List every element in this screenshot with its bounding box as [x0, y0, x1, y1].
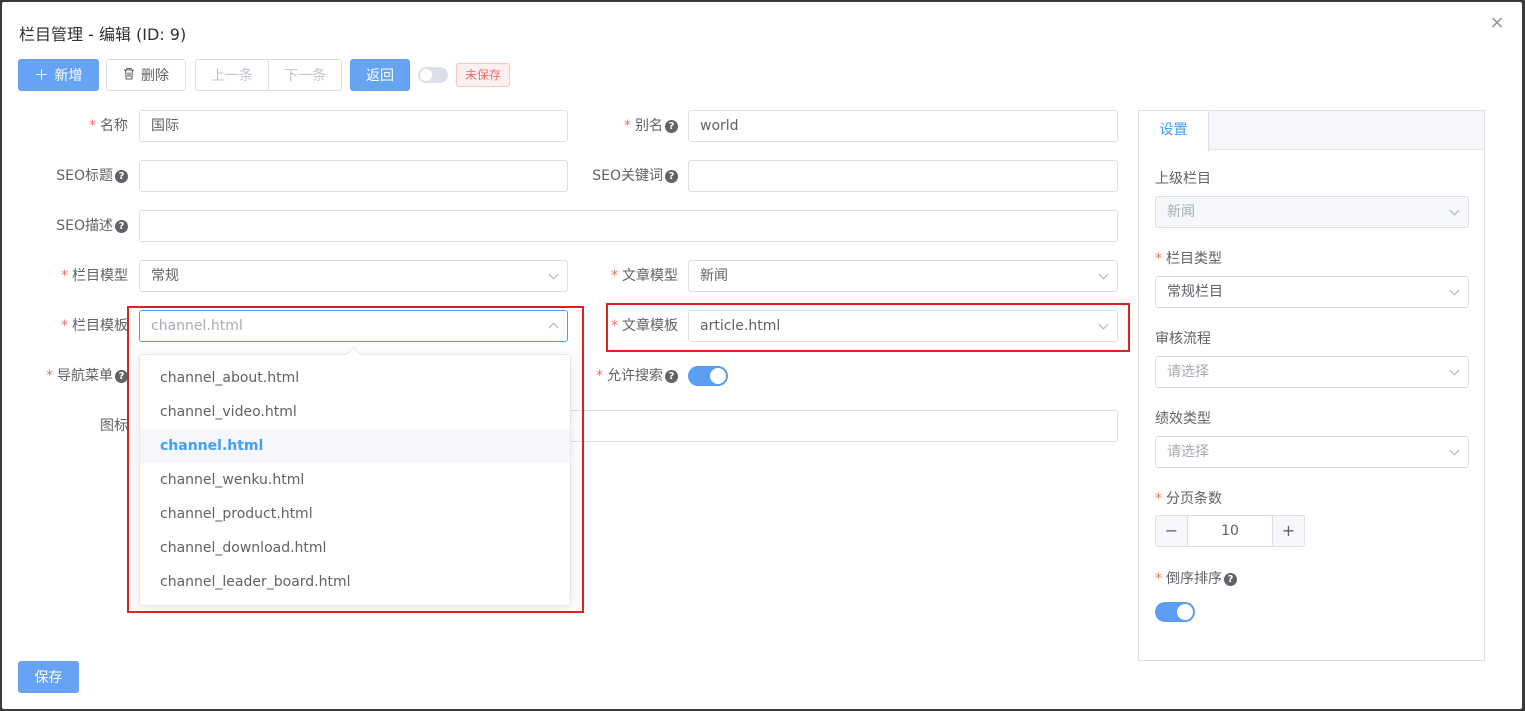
name-label: * 名称 [89, 118, 128, 134]
alias-input[interactable]: world [688, 110, 1118, 142]
seo-keywords-input[interactable] [688, 160, 1118, 192]
help-icon: ? [115, 220, 128, 233]
help-icon: ? [665, 120, 678, 133]
dialog-title: 栏目管理 - 编辑 (ID: 9) [19, 25, 187, 44]
chevron-down-icon [1098, 269, 1109, 280]
add-button[interactable]: ＋ 新增 [18, 59, 99, 91]
unsaved-badge: 未保存 [456, 63, 511, 87]
channel-template-label: * 栏目模板 [61, 318, 128, 334]
help-icon: ? [665, 370, 678, 383]
page-size-value[interactable]: 10 [1188, 516, 1272, 546]
help-icon: ? [115, 170, 128, 183]
parent-select: 新闻 [1155, 196, 1469, 228]
icon-label: 图标 [100, 418, 128, 434]
alias-label: * 别名? [558, 110, 678, 142]
seo-desc-label: SEO描述? [8, 210, 128, 242]
highlight-box [606, 303, 1130, 352]
chevron-down-icon [1449, 285, 1460, 296]
back-button[interactable]: 返回 [350, 59, 410, 91]
close-icon[interactable]: × [1489, 14, 1505, 32]
next-button[interactable]: 下一条 [268, 59, 342, 91]
article-model-select[interactable]: 新闻 [688, 260, 1118, 292]
performance-select[interactable]: 请选择 [1155, 436, 1469, 468]
chevron-down-icon [1449, 445, 1460, 456]
desc-order-toggle[interactable] [1155, 602, 1195, 622]
page-size-stepper: − 10 + [1155, 515, 1305, 547]
workflow-select[interactable]: 请选择 [1155, 356, 1469, 388]
workflow-label: 审核流程 [1155, 331, 1211, 347]
parent-label: 上级栏目 [1155, 171, 1211, 187]
edit-dialog: 栏目管理 - 编辑 (ID: 9) × ＋ 新增 删除 上一条 下一条 返回 未… [2, 2, 1522, 709]
type-select[interactable]: 常规栏目 [1155, 276, 1469, 308]
delete-button[interactable]: 删除 [106, 59, 186, 91]
minus-icon[interactable]: − [1156, 516, 1188, 546]
autosave-toggle[interactable] [418, 67, 448, 83]
nav-menu-label: * 导航菜单? [8, 360, 128, 392]
prev-button[interactable]: 上一条 [195, 59, 269, 91]
type-label: * 栏目类型 [1155, 251, 1222, 267]
trash-icon [123, 67, 135, 84]
help-icon: ? [1224, 573, 1237, 586]
chevron-down-icon [548, 269, 559, 280]
chevron-down-icon [1449, 205, 1460, 216]
settings-panel: 设置 上级栏目 新闻 * 栏目类型 常规栏目 审核流程 请选择 绩效类型 请选择 … [1138, 110, 1485, 661]
seo-desc-input[interactable] [139, 210, 1118, 242]
plus-icon[interactable]: + [1272, 516, 1304, 546]
allow-search-toggle[interactable] [688, 366, 728, 386]
chevron-down-icon [1449, 365, 1460, 376]
save-button[interactable]: 保存 [18, 661, 79, 693]
performance-label: 绩效类型 [1155, 411, 1211, 427]
channel-model-label: * 栏目模型 [61, 268, 128, 284]
desc-order-label: * 倒序排序? [1155, 568, 1237, 588]
name-input[interactable]: 国际 [139, 110, 568, 142]
help-icon: ? [665, 170, 678, 183]
highlight-box [127, 306, 584, 613]
plus-icon: ＋ [34, 68, 49, 84]
article-model-label: * 文章模型 [611, 268, 678, 284]
page-size-label: * 分页条数 [1155, 491, 1222, 507]
seo-title-input[interactable] [139, 160, 568, 192]
seo-keywords-label: SEO关键词? [558, 160, 678, 192]
tab-settings[interactable]: 设置 [1139, 111, 1209, 151]
seo-title-label: SEO标题? [8, 160, 128, 192]
channel-model-select[interactable]: 常规 [139, 260, 568, 292]
